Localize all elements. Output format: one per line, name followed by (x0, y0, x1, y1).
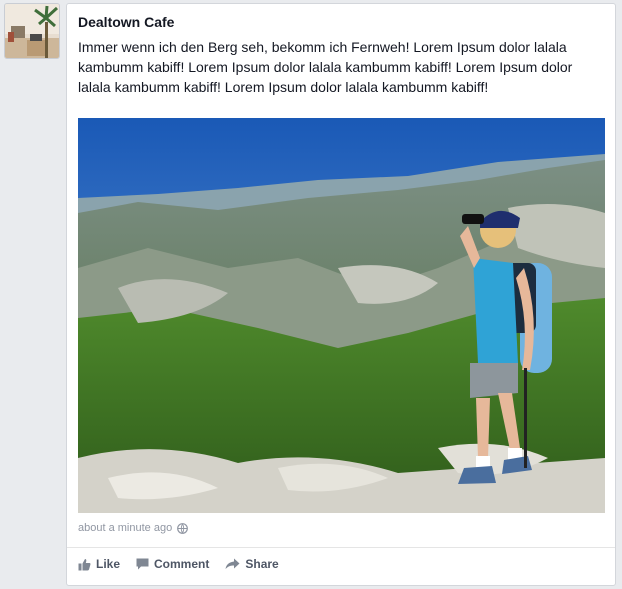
comment-icon (136, 558, 149, 570)
post-photo-hiker[interactable] (78, 118, 605, 513)
post-actions: Like Comment Share (78, 557, 279, 571)
post-message: Immer wenn ich den Berg seh, bekomm ich … (78, 39, 573, 95)
cafe-avatar-image (5, 4, 59, 58)
post-author-name[interactable]: Dealtown Cafe (78, 14, 174, 30)
post-card: Dealtown Cafe Immer wenn ich den Berg se… (66, 3, 616, 586)
like-label: Like (96, 557, 121, 571)
globe-icon (177, 522, 189, 534)
share-label: Share (245, 557, 279, 571)
page-avatar[interactable] (4, 3, 60, 59)
post-timestamp[interactable]: about a minute ago (78, 522, 189, 534)
comment-button[interactable]: Comment (136, 557, 209, 571)
like-button[interactable]: Like (78, 557, 120, 571)
share-button[interactable]: Share (225, 557, 279, 571)
actions-divider (67, 547, 615, 548)
thumbs-up-icon (78, 558, 91, 570)
post-time-label: about a minute ago (78, 522, 173, 534)
share-arrow-icon (225, 558, 240, 569)
comment-label: Comment (154, 557, 210, 571)
